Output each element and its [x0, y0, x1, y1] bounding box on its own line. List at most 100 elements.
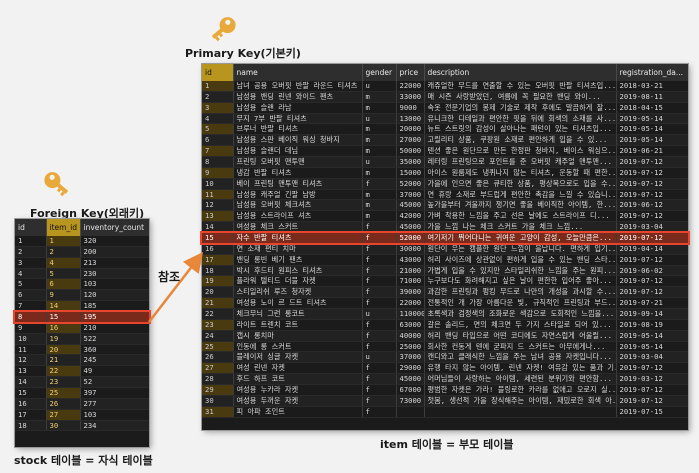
- table-cell: 29: [202, 384, 234, 396]
- stock-table-row[interactable]: 14 23 52: [15, 376, 149, 389]
- table-cell: 12: [202, 199, 234, 212]
- table-cell: 71000: [396, 275, 425, 288]
- item-table-row[interactable]: 22 체크무늬 그런 롱코트 u 110000 초록색과 검정색의 조화로운 색감으로 …: [202, 308, 688, 320]
- item-table-row[interactable]: 5 브루너 반팔 티셔츠 m 20000 뉴트 스트릿의 감성이 살아나는 패턴이 있는…: [202, 123, 688, 136]
- stock-table-row[interactable]: 12 21 245: [15, 354, 149, 367]
- item-column-header[interactable]: name: [233, 64, 363, 81]
- item-table-row[interactable]: 9 냉감 반팔 티셔츠 m 15000 아이스 원룸제도 냉퀴나지 않는 티셔츠, 운동…: [202, 167, 688, 179]
- table-cell: 2019-07-15: [616, 406, 688, 418]
- stock-table-row[interactable]: 3 4 213: [15, 257, 149, 269]
- stock-table-row[interactable]: 13 22 49: [15, 365, 149, 378]
- table-cell: f: [362, 406, 397, 418]
- table-cell: 2019-06-02: [616, 265, 688, 277]
- stock-column-header[interactable]: inventory_count: [80, 219, 149, 236]
- table-cell: 27000: [396, 134, 425, 147]
- item-table-row[interactable]: 12 남성용 오버핏 체크셔츠 m 45000 높가을부터 겨울까지 챙기면 좋을 베이…: [202, 199, 688, 212]
- table-cell: m: [362, 167, 397, 179]
- table-cell: 후드 하프 코트: [233, 373, 363, 386]
- item-table-row[interactable]: 11 남성용 캐주얼 긴팔 남방 m 37000 연 휴랑 소재로 부드럽게 편안한 촉…: [202, 189, 688, 201]
- table-cell: 프린팅 오버핏 맨투맨: [233, 156, 363, 168]
- stock-table-row[interactable]: 15 25 397: [15, 387, 149, 399]
- item-table-row[interactable]: 15 자수 반팔 티셔츠 f 52000 여기저기 뛰어다니는 귀여운 고양이 감성, …: [202, 232, 688, 244]
- table-cell: 여성용 누카라 자켓: [233, 384, 363, 396]
- stock-table-row[interactable]: 1 1 320: [15, 236, 149, 247]
- item-table-row[interactable]: 18 박시 후드티 원피스 티셔츠 f 21000 가볍게 입을 수 있지만 스타일리쉬…: [202, 265, 688, 277]
- table-cell: 2019-07-12: [616, 362, 688, 375]
- table-cell: 20: [202, 286, 234, 299]
- item-column-header[interactable]: description: [424, 64, 617, 81]
- item-table-row[interactable]: 2 남성용 밴딩 린넨 와이드 팬츠 m 33000 매 시즌 사랑받았던, 여름에 꼭…: [202, 91, 688, 103]
- item-column-header[interactable]: gender: [362, 64, 397, 81]
- item-table-row[interactable]: 13 남성용 스트라이프 셔츠 m 42000 가벼 착용한 느낌을 주고 선은 날에도…: [202, 210, 688, 223]
- item-table-row[interactable]: 8 프린팅 오버핏 맨투맨 u 35000 레터링 프린팅으로 포인트를 준 오버핏 캐…: [202, 156, 688, 168]
- item-table-row[interactable]: 26 블레이저 싱글 자켓 u 37000 캔디와고 클래식한 느낌을 주는 남녀 공용…: [202, 351, 688, 364]
- table-cell: 21000: [396, 265, 425, 277]
- stock-table-row[interactable]: 2 2 200: [15, 246, 149, 258]
- table-cell: 2019-05-14: [616, 134, 688, 147]
- table-cell: 16: [46, 322, 81, 334]
- item-table-row[interactable]: 1 남녀 공용 오버핏 반팔 라운드 티셔츠 u 22000 캐쥬얼한 무드를 연출할 …: [202, 81, 688, 92]
- table-cell: 남성용 스트라이프 셔츠: [233, 210, 363, 223]
- stock-table-row[interactable]: 5 6 103: [15, 278, 149, 291]
- stock-table-row[interactable]: 11 20 360: [15, 344, 149, 356]
- item-column-header[interactable]: registration_da...: [616, 64, 688, 81]
- item-table-row[interactable]: 10 베이 프린팅 맨투맨 티셔츠 f 52000 가을에 인으면 좋은 큐티한 상품,…: [202, 178, 688, 190]
- stock-table-row[interactable]: 8 15 195: [15, 311, 149, 323]
- item-table-row[interactable]: 7 남성용 슬랜더 데님 m 50000 텐션 좋은 원단으로 만든 한정판 청바지, …: [202, 145, 688, 158]
- item-table-row[interactable]: 31 피 아파 조인트 f 2019-07-15: [202, 406, 688, 418]
- item-column-header[interactable]: price: [396, 64, 425, 81]
- table-cell: 회사한 컨동게 텐에 굳파지 드 스커트는 아무에게나...: [424, 341, 617, 353]
- table-cell: 6: [46, 278, 81, 291]
- item-table-row[interactable]: 3 남성용 슬랜 라남 m 9000 속옷 전문기업의 봉제 기술로 제작 후에도 말끔…: [202, 102, 688, 114]
- item-table-row[interactable]: 6 남성용 스판 베이직 워싱 청바지 m 27000 고릴리티 상품, 쿠팡원 소재로…: [202, 134, 688, 147]
- table-cell: 63000: [396, 319, 425, 331]
- stock-table-caption: stock 테이블 = 자식 테이블: [14, 454, 153, 467]
- item-table-row[interactable]: 20 스티일리쉬 루즈 청자켓 f 39000 과감한 프린팅과 펑킹 무드로 나만의 …: [202, 286, 688, 299]
- item-table-row[interactable]: 30 여성용 두꺼운 자켓 f 73000 첫봄, 생선적 가을 장식해주는 아이템, …: [202, 395, 688, 407]
- table-cell: 3: [202, 102, 234, 114]
- table-cell: 14: [202, 221, 234, 234]
- item-table-row[interactable]: 14 여성용 체크 스커트 f 45000 가을 느낌 나는 체크 스커트 가을 체크 …: [202, 221, 688, 234]
- table-cell: 플라워 텔티드 더블 자켓: [233, 275, 363, 288]
- stock-table-row[interactable]: 16 26 277: [15, 398, 149, 410]
- item-column-header[interactable]: id: [202, 64, 234, 81]
- table-cell: 397: [80, 387, 149, 399]
- table-cell: 277: [80, 398, 149, 410]
- table-cell: [396, 406, 425, 418]
- item-table-row[interactable]: 19 플라워 텔티드 더블 자켓 f 71000 누구보다도 화려해지고 싶은 날이 편…: [202, 275, 688, 288]
- table-cell: 18: [202, 265, 234, 277]
- stock-table-row[interactable]: 4 5 230: [15, 268, 149, 280]
- table-cell: f: [362, 384, 397, 396]
- item-table-row[interactable]: 29 여성용 누카라 자켓 f 67000 평범한 자켓은 가라! 블링로한 카라를 없…: [202, 384, 688, 396]
- item-table-row[interactable]: 27 여성 린넨 자켓 f 29000 유행 타지 않는 아이템, 린넨 자켓! 여유감…: [202, 362, 688, 375]
- table-cell: 16: [15, 398, 47, 410]
- item-table-row[interactable]: 25 인동에 롱 스커트 f 25000 회사한 컨동게 텐에 굳파지 드 스커트는 아…: [202, 341, 688, 353]
- stock-column-header[interactable]: id: [15, 219, 47, 236]
- item-table-row[interactable]: 24 캡시 롱치마 f 40000 허리 밴딩 타입으로 어떤 코디에도 자연스럽게 어…: [202, 330, 688, 342]
- table-cell: 4: [15, 268, 47, 280]
- stock-table-row[interactable]: 10 19 522: [15, 333, 149, 345]
- stock-table-row[interactable]: 7 14 185: [15, 300, 149, 313]
- stock-table-row[interactable]: 6 9 120: [15, 289, 149, 302]
- table-cell: f: [362, 362, 397, 375]
- table-cell: 52: [80, 376, 149, 389]
- item-table-row[interactable]: 16 면 소재 편티 치마 f 30000 원단이 우는 캠플한 원단 느낌이 을납니다…: [202, 243, 688, 255]
- item-table-row[interactable]: 17 밴딩 롱빈 베기 팬츠 f 43000 허리 사이즈에 상관없이 편하게 입을 수…: [202, 254, 688, 266]
- stock-column-header[interactable]: item_id: [46, 219, 81, 236]
- table-cell: 185: [80, 300, 149, 313]
- table-cell: 5: [15, 278, 47, 291]
- table-cell: 2019-05-14: [616, 123, 688, 136]
- item-table-row[interactable]: 21 여성용 노이 르 드트 티셔츠 f 22000 전통적인 개 가장 아름다운 빛,…: [202, 297, 688, 310]
- stock-table-row[interactable]: 18 30 234: [15, 420, 149, 432]
- stock-table-header: id item_id inventory_count: [15, 219, 149, 236]
- item-table-row[interactable]: 23 라이트 트렌치 코트 f 63000 갈은 솔리드, 면의 체크면 두 가지 스타…: [202, 319, 688, 331]
- table-cell: 2018-03-21: [616, 81, 688, 92]
- table-cell: 360: [80, 344, 149, 356]
- stock-table-row[interactable]: 9 16 210: [15, 322, 149, 334]
- item-table-row[interactable]: 4 무지 7부 반팔 티셔츠 u 13000 유니크한 디테일과 편안한 핏을 뒤에 회…: [202, 113, 688, 125]
- stock-table-row[interactable]: 17 27 103: [15, 409, 149, 421]
- table-cell: 레터링 프린팅으로 포인트를 준 오버핏 캐주얼 맨투맨...: [424, 156, 617, 168]
- item-table-row[interactable]: 28 후드 하프 코트 f 45000 어머님들이 사랑하는 아이템, 세련된 분위기와…: [202, 373, 688, 386]
- table-cell: [424, 406, 617, 418]
- table-cell: f: [362, 373, 397, 386]
